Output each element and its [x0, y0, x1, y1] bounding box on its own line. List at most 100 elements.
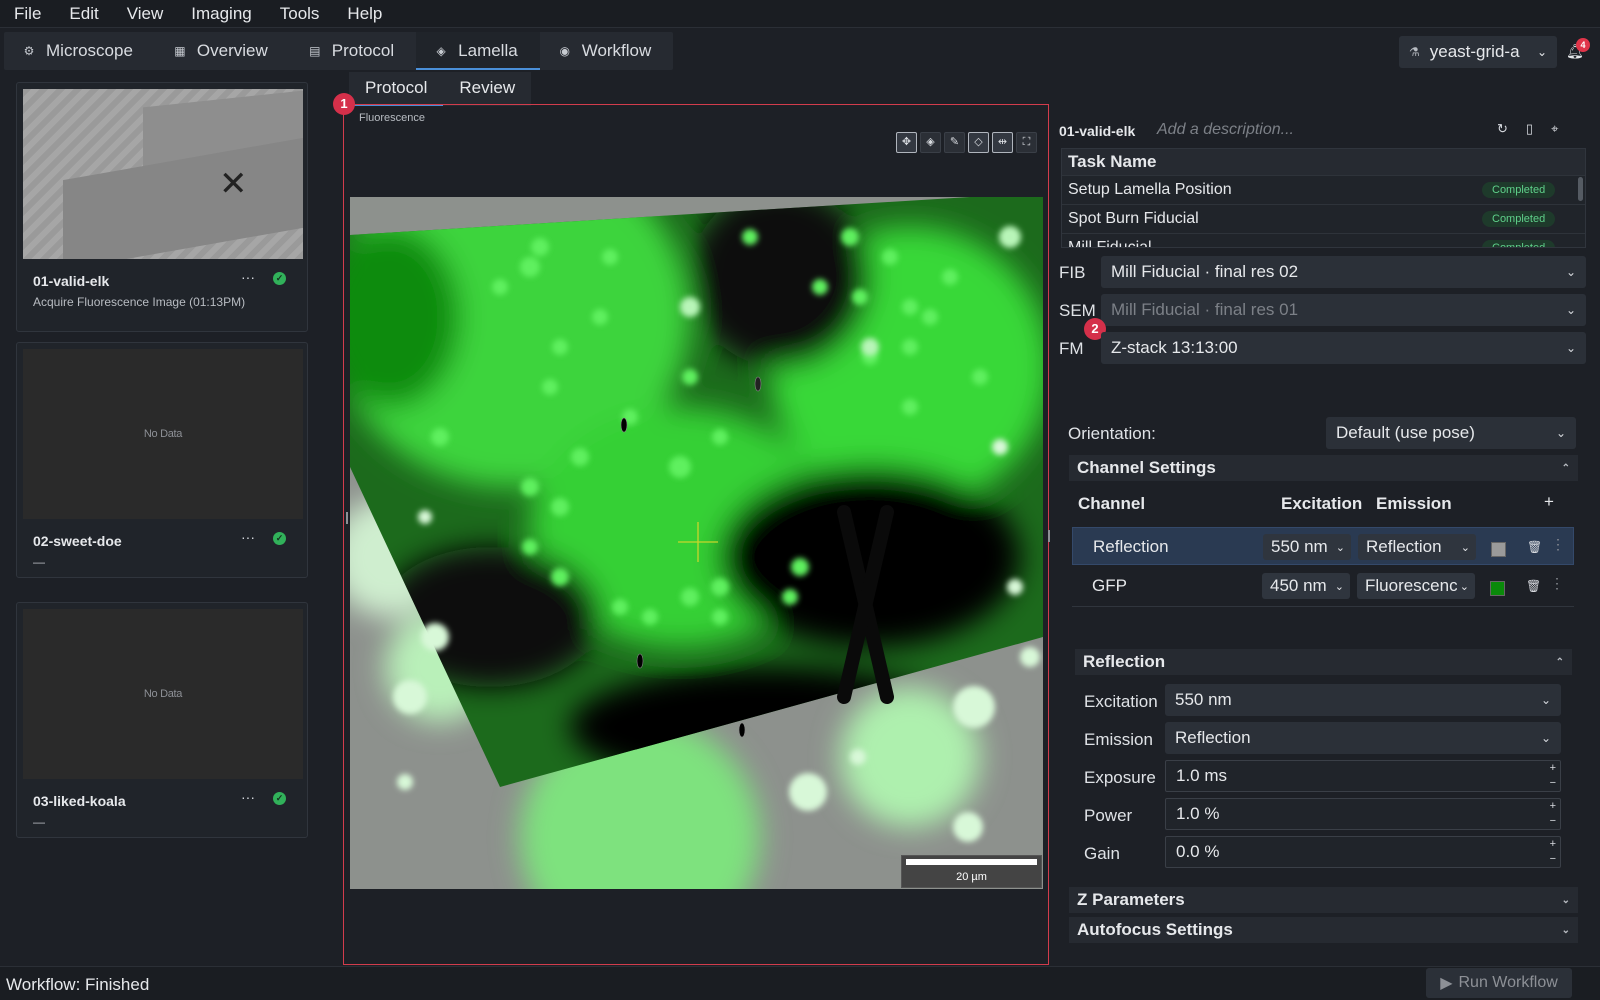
z-parameters-header[interactable]: Z Parameters ⌄ [1069, 887, 1578, 913]
column-header-excitation: Excitation [1281, 494, 1363, 513]
table-row[interactable]: Mill Fiducial Completed [1062, 233, 1585, 247]
decrement-icon[interactable]: − [1550, 776, 1556, 791]
emission-select[interactable]: Reflection ⌄ [1358, 534, 1476, 560]
lamella-card[interactable]: ✕ 01-valid-elk ··· ✓ Acquire Fluorescenc… [16, 82, 308, 332]
tab-label: Overview [196, 41, 268, 60]
check-icon: ✓ [273, 792, 286, 805]
tab-protocol[interactable]: ▤ Protocol [290, 32, 416, 70]
chevron-down-icon: ⌄ [1536, 45, 1547, 59]
lamella-title: 01-valid-elk [1059, 123, 1136, 139]
pencil-icon[interactable]: ✎ [944, 132, 965, 153]
document-icon: ▤ [309, 44, 321, 58]
menu-file[interactable]: File [0, 0, 55, 28]
diamond-icon[interactable]: ◇ [968, 132, 989, 153]
scrollbar[interactable] [1578, 177, 1583, 201]
increment-icon[interactable]: + [1550, 837, 1556, 852]
power-stepper[interactable]: 1.0 % + − [1165, 798, 1561, 830]
tab-overview[interactable]: ▦ Overview [155, 32, 290, 70]
splitter-handle[interactable] [346, 512, 348, 524]
menu-edit[interactable]: Edit [55, 0, 112, 28]
lamella-status: — [33, 815, 45, 829]
target-icon[interactable]: ⌖ [1551, 121, 1558, 137]
splitter-handle[interactable] [1048, 530, 1050, 542]
chevron-up-icon: ⌃ [1561, 462, 1570, 474]
status-badge: Completed [1482, 240, 1556, 247]
tab-lamella[interactable]: ◈ Lamella [416, 32, 540, 70]
measure-icon[interactable]: ⇹ [992, 132, 1013, 153]
excitation-select[interactable]: 550 nm ⌄ [1263, 534, 1351, 560]
reflection-header[interactable]: Reflection ⌃ [1075, 649, 1572, 675]
gain-stepper[interactable]: 0.0 % + − [1165, 836, 1561, 868]
check-icon: ✓ [273, 532, 286, 545]
add-channel-button[interactable]: + [1544, 492, 1554, 512]
table-row[interactable]: Spot Burn Fiducial Completed [1062, 204, 1585, 233]
table-row[interactable]: Setup Lamella Position Completed [1062, 175, 1585, 204]
lamella-thumbnail: ✕ [23, 89, 303, 259]
lamella-status: — [33, 555, 45, 569]
scale-bar-label: 20 µm [956, 871, 987, 883]
fit-icon[interactable]: ⛶ [1016, 132, 1037, 153]
description-input[interactable]: Add a description... [1157, 121, 1294, 139]
more-options-icon[interactable]: ··· [241, 269, 255, 285]
emission-select[interactable]: Reflection ⌄ [1165, 722, 1561, 754]
menu-imaging[interactable]: Imaging [177, 0, 265, 28]
exposure-stepper[interactable]: 1.0 ms + − [1165, 760, 1561, 792]
gain-label: Gain [1084, 844, 1120, 863]
tab-workflow[interactable]: ◉ Workflow [540, 32, 674, 70]
lamella-card[interactable]: No Data 03-liked-koala ··· ✓ — [16, 602, 308, 838]
file-icon[interactable]: ▯ [1526, 121, 1533, 137]
drag-handle-icon[interactable]: ⋮ [1550, 575, 1564, 592]
run-workflow-button[interactable]: ▶ Run Workflow [1426, 968, 1572, 998]
chevron-down-icon: ⌄ [1565, 341, 1576, 355]
fm-select[interactable]: Z-stack 13:13:00 ⌄ [1101, 332, 1586, 364]
more-options-icon[interactable]: ··· [241, 529, 255, 545]
excitation-select[interactable]: 450 nm ⌄ [1262, 573, 1350, 599]
orientation-select[interactable]: Default (use pose) ⌄ [1326, 417, 1576, 449]
layers-icon[interactable]: ◈ [920, 132, 941, 153]
column-header-emission: Emission [1376, 494, 1452, 513]
project-selector[interactable]: ⚗ yeast-grid-a ⌄ [1399, 36, 1557, 68]
channel-row[interactable]: Reflection 550 nm ⌄ Reflection ⌄ 🗑︎ ⋮ [1072, 527, 1574, 565]
tab-label: Microscope [46, 41, 133, 60]
menu-tools[interactable]: Tools [266, 0, 334, 28]
channel-settings-header[interactable]: Channel Settings ⌃ [1069, 455, 1578, 481]
sem-select[interactable]: Mill Fiducial · final res 01 ⌄ [1101, 294, 1586, 326]
emission-value: Fluorescence [1365, 576, 1468, 595]
channel-row[interactable]: GFP 450 nm ⌄ Fluorescence ⌄ 🗑︎ ⋮ [1072, 567, 1574, 605]
chevron-up-icon: ⌃ [1555, 656, 1564, 668]
autofocus-header[interactable]: Autofocus Settings ⌄ [1069, 917, 1578, 943]
channel-name: GFP [1092, 576, 1127, 595]
lamella-card[interactable]: No Data 02-sweet-doe ··· ✓ — [16, 342, 308, 578]
menu-bar: File Edit View Imaging Tools Help [0, 0, 1600, 28]
trash-icon[interactable]: 🗑︎ [1526, 579, 1541, 593]
increment-icon[interactable]: + [1550, 799, 1556, 814]
move-icon[interactable]: ✥ [896, 132, 917, 153]
exposure-value: 1.0 ms [1176, 766, 1228, 785]
menu-help[interactable]: Help [333, 0, 396, 28]
menu-view[interactable]: View [113, 0, 178, 28]
decrement-icon[interactable]: − [1550, 814, 1556, 829]
increment-icon[interactable]: + [1550, 761, 1556, 776]
refresh-icon[interactable]: ↻ [1497, 121, 1508, 137]
task-table: Task Name Setup Lamella Position Complete… [1061, 148, 1586, 248]
more-options-icon[interactable]: ··· [241, 789, 255, 805]
emission-select[interactable]: Fluorescence ⌄ [1357, 573, 1475, 599]
color-swatch[interactable] [1490, 581, 1505, 596]
flask-icon: ⚗ [1409, 45, 1420, 59]
drag-handle-icon[interactable]: ⋮ [1551, 536, 1565, 553]
color-swatch[interactable] [1491, 542, 1506, 557]
fib-select[interactable]: Mill Fiducial · final res 02 ⌄ [1101, 256, 1586, 288]
power-value: 1.0 % [1176, 804, 1220, 823]
decrement-icon[interactable]: − [1550, 852, 1556, 867]
tab-microscope[interactable]: ⚙ Microscope [4, 32, 155, 70]
image-svg [350, 197, 1043, 889]
orientation-value: Default (use pose) [1336, 423, 1475, 442]
subtab-review[interactable]: Review [443, 72, 531, 106]
chevron-down-icon: ⌄ [1565, 265, 1576, 279]
excitation-select[interactable]: 550 nm ⌄ [1165, 684, 1561, 716]
chevron-down-icon: ⌄ [1555, 426, 1566, 440]
subtab-protocol[interactable]: Protocol [349, 72, 444, 106]
fluorescence-image[interactable] [350, 197, 1043, 889]
chevron-down-icon: ⌄ [1332, 540, 1345, 554]
trash-icon[interactable]: 🗑︎ [1527, 540, 1542, 554]
